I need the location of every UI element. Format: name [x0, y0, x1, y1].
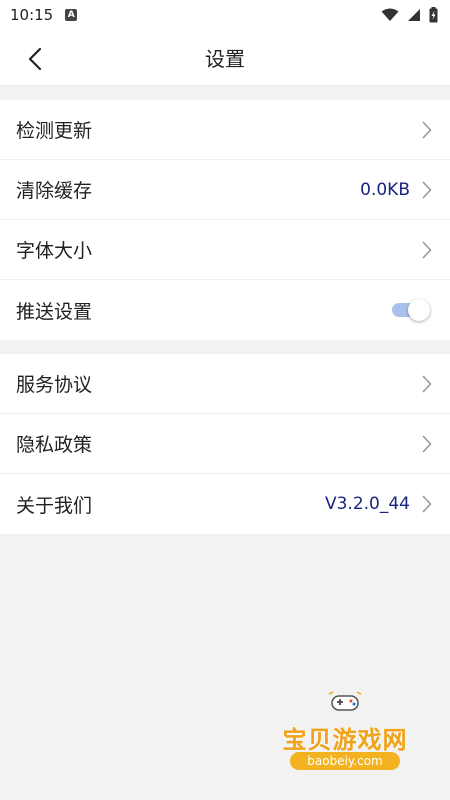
push-toggle[interactable]	[390, 298, 430, 322]
site-watermark: 宝贝游戏网 baobeiy.com	[270, 690, 420, 782]
setting-privacy-policy[interactable]: 隐私政策	[0, 414, 450, 474]
setting-about-us[interactable]: 关于我们 V3.2.0_44	[0, 474, 450, 534]
back-button[interactable]	[20, 44, 50, 74]
chevron-right-icon	[422, 435, 434, 453]
status-left: 10:15 A	[10, 6, 78, 24]
setting-check-update[interactable]: 检测更新	[0, 100, 450, 160]
setting-label: 推送设置	[16, 300, 93, 323]
setting-label: 字体大小	[16, 240, 93, 262]
chevron-right-icon	[422, 495, 434, 513]
notification-icon: A	[65, 9, 78, 21]
chevron-right-icon	[422, 375, 434, 393]
settings-group-2: 服务协议 隐私政策 关于我们 V3.2.0_44	[0, 354, 450, 534]
setting-clear-cache[interactable]: 清除缓存 0.0KB	[0, 160, 450, 220]
setting-label: 隐私政策	[16, 434, 93, 456]
chevron-right-icon	[422, 121, 434, 139]
watermark-url: baobeiy.com	[290, 752, 400, 770]
cache-size-value: 0.0KB	[360, 179, 410, 200]
signal-icon	[408, 9, 420, 21]
nav-bar: 设置	[0, 30, 450, 86]
toggle-thumb	[408, 299, 430, 321]
wifi-icon	[381, 8, 399, 21]
battery-icon	[429, 7, 438, 23]
settings-group-1: 检测更新 清除缓存 0.0KB 字体大小 推送设置	[0, 100, 450, 340]
page-title: 设置	[205, 47, 245, 71]
watermark-title: 宝贝游戏网	[282, 726, 408, 754]
setting-label: 关于我们	[16, 494, 93, 517]
setting-label: 检测更新	[16, 120, 93, 142]
setting-label: 服务协议	[16, 374, 93, 396]
chevron-left-icon	[28, 47, 42, 71]
status-bar: 10:15 A	[0, 0, 450, 30]
status-time: 10:15	[10, 6, 54, 24]
chevron-right-icon	[422, 241, 434, 259]
setting-service-agreement[interactable]: 服务协议	[0, 354, 450, 414]
version-value: V3.2.0_44	[324, 494, 410, 514]
gamepad-icon	[328, 691, 362, 711]
setting-font-size[interactable]: 字体大小	[0, 220, 450, 280]
setting-push: 推送设置	[0, 280, 450, 340]
chevron-right-icon	[422, 181, 434, 199]
setting-label: 清除缓存	[16, 180, 93, 202]
status-right	[381, 7, 438, 23]
